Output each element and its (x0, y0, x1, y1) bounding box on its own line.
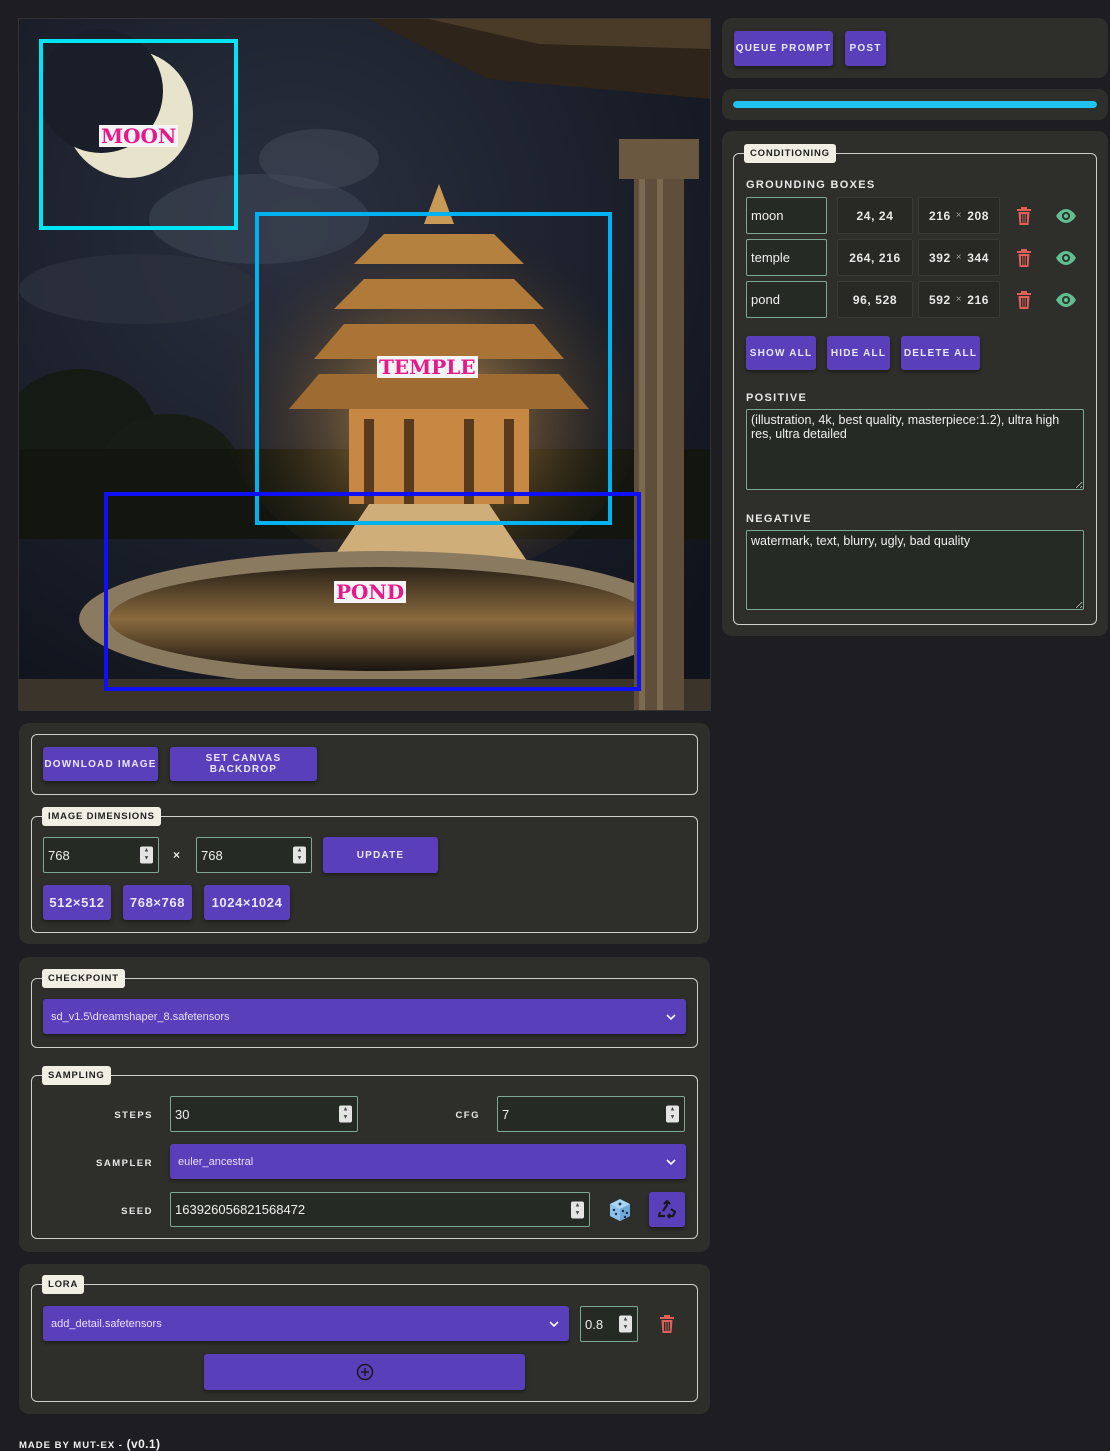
lora-strength-input[interactable]: 0.8 ▲ ▼ (580, 1306, 638, 1342)
queue-panel: QUEUE PROMPT POST (722, 18, 1108, 78)
grounding-box-temple[interactable]: TEMPLE (255, 212, 612, 525)
preset-768-button[interactable]: 768×768 (123, 885, 192, 920)
stepper-icon[interactable]: ▲ ▼ (293, 846, 306, 864)
checkpoint-select[interactable]: sd_v1.5\dreamshaper_8.safetensors (43, 999, 686, 1034)
queue-prompt-button[interactable]: QUEUE PROMPT (734, 31, 833, 66)
grounding-boxes-label: GROUNDING BOXES (746, 179, 876, 191)
footer-made-by: MADE BY MUT-EX - (19, 1440, 123, 1451)
box-size: 592 × 216 (918, 281, 1000, 318)
box-position: 264, 216 (837, 239, 913, 276)
sampler-select[interactable]: euler_ancestral (170, 1144, 686, 1179)
delete-all-button[interactable]: DELETE ALL (901, 336, 980, 370)
grounding-box-moon[interactable]: MOON (39, 39, 238, 230)
grounding-tag-temple: TEMPLE (377, 355, 478, 379)
positive-label: POSITIVE (746, 392, 808, 404)
negative-prompt-input[interactable]: watermark, text, blurry, ugly, bad quali… (746, 530, 1084, 610)
dice-icon[interactable] (606, 1196, 634, 1224)
eye-icon[interactable] (1055, 290, 1077, 310)
eye-icon[interactable] (1055, 206, 1077, 226)
seed-label: SEED (121, 1206, 153, 1217)
height-input[interactable]: 768 ▲ ▼ (196, 837, 312, 873)
positive-prompt-input[interactable]: (illustration, 4k, best quality, masterp… (746, 409, 1084, 490)
stepper-icon[interactable]: ▲ ▼ (339, 1105, 352, 1123)
add-lora-button[interactable] (204, 1354, 525, 1390)
width-input[interactable]: 768 ▲ ▼ (43, 837, 159, 873)
box-name-input[interactable]: moon (746, 197, 827, 234)
chevron-down-icon (666, 1158, 676, 1165)
stepper-icon[interactable]: ▲ ▼ (666, 1105, 679, 1123)
negative-label: NEGATIVE (746, 513, 812, 525)
sampler-label: SAMPLER (96, 1158, 153, 1169)
seed-input[interactable]: 163926056821568472 ▲ ▼ (170, 1192, 590, 1227)
trash-icon[interactable] (657, 1314, 677, 1334)
steps-label: STEPS (114, 1110, 153, 1121)
preset-1024-button[interactable]: 1024×1024 (204, 885, 290, 920)
box-size: 392 × 344 (918, 239, 1000, 276)
stepper-icon[interactable]: ▲ ▼ (571, 1201, 584, 1218)
grounding-tag-moon: MOON (99, 124, 179, 148)
image-settings-panel: DOWNLOAD IMAGE SET CANVAS BACKDROP IMAGE… (19, 723, 710, 944)
image-canvas[interactable]: MOON TEMPLE POND (18, 18, 711, 711)
box-position: 24, 24 (837, 197, 913, 234)
plus-circle-icon (356, 1363, 373, 1381)
conditioning-legend: CONDITIONING (744, 144, 836, 163)
sampling-legend: SAMPLING (42, 1066, 111, 1085)
progress-panel (722, 89, 1108, 120)
recycle-icon (657, 1199, 677, 1219)
progress-fill (733, 101, 1097, 108)
progress-bar (733, 101, 1097, 108)
chevron-down-icon (549, 1320, 559, 1327)
recycle-seed-button[interactable] (649, 1192, 685, 1227)
trash-icon[interactable] (1014, 248, 1034, 268)
trash-icon[interactable] (1014, 206, 1034, 226)
box-size: 216 × 208 (918, 197, 1000, 234)
preset-512-button[interactable]: 512×512 (43, 885, 111, 920)
chevron-down-icon (666, 1013, 676, 1020)
stepper-icon[interactable]: ▲ ▼ (140, 846, 153, 864)
post-button[interactable]: POST (845, 31, 886, 66)
download-image-button[interactable]: DOWNLOAD IMAGE (43, 747, 158, 781)
hide-all-button[interactable]: HIDE ALL (827, 336, 890, 370)
stepper-icon[interactable]: ▲ ▼ (619, 1315, 632, 1333)
dimension-separator: × (173, 848, 181, 862)
lora-panel: LORA add_detail.safetensors 0.8 ▲ ▼ (19, 1264, 710, 1414)
cfg-input[interactable]: 7 ▲ ▼ (497, 1096, 685, 1132)
model-panel: CHECKPOINT sd_v1.5\dreamshaper_8.safeten… (19, 957, 710, 1252)
box-name-input[interactable]: pond (746, 281, 827, 318)
footer-credit: MADE BY MUT-EX - (v0.1) (19, 1437, 160, 1451)
box-name-input[interactable]: temple (746, 239, 827, 276)
checkpoint-legend: CHECKPOINT (42, 969, 125, 988)
show-all-button[interactable]: SHOW ALL (746, 336, 816, 370)
lora-select[interactable]: add_detail.safetensors (43, 1306, 569, 1341)
box-position: 96, 528 (837, 281, 913, 318)
trash-icon[interactable] (1014, 290, 1034, 310)
update-button[interactable]: UPDATE (323, 837, 438, 873)
lora-legend: LORA (42, 1275, 85, 1294)
steps-input[interactable]: 30 ▲ ▼ (170, 1096, 358, 1132)
grounding-tag-pond: POND (334, 580, 407, 604)
footer-version: (v0.1) (126, 1437, 161, 1451)
image-dimensions-legend: IMAGE DIMENSIONS (42, 807, 161, 826)
set-canvas-backdrop-button[interactable]: SET CANVAS BACKDROP (170, 747, 317, 781)
conditioning-panel: CONDITIONING GROUNDING BOXES moon 24, 24… (722, 131, 1108, 636)
grounding-box-pond[interactable]: POND (104, 492, 641, 691)
cfg-label: CFG (455, 1110, 480, 1121)
eye-icon[interactable] (1055, 248, 1077, 268)
